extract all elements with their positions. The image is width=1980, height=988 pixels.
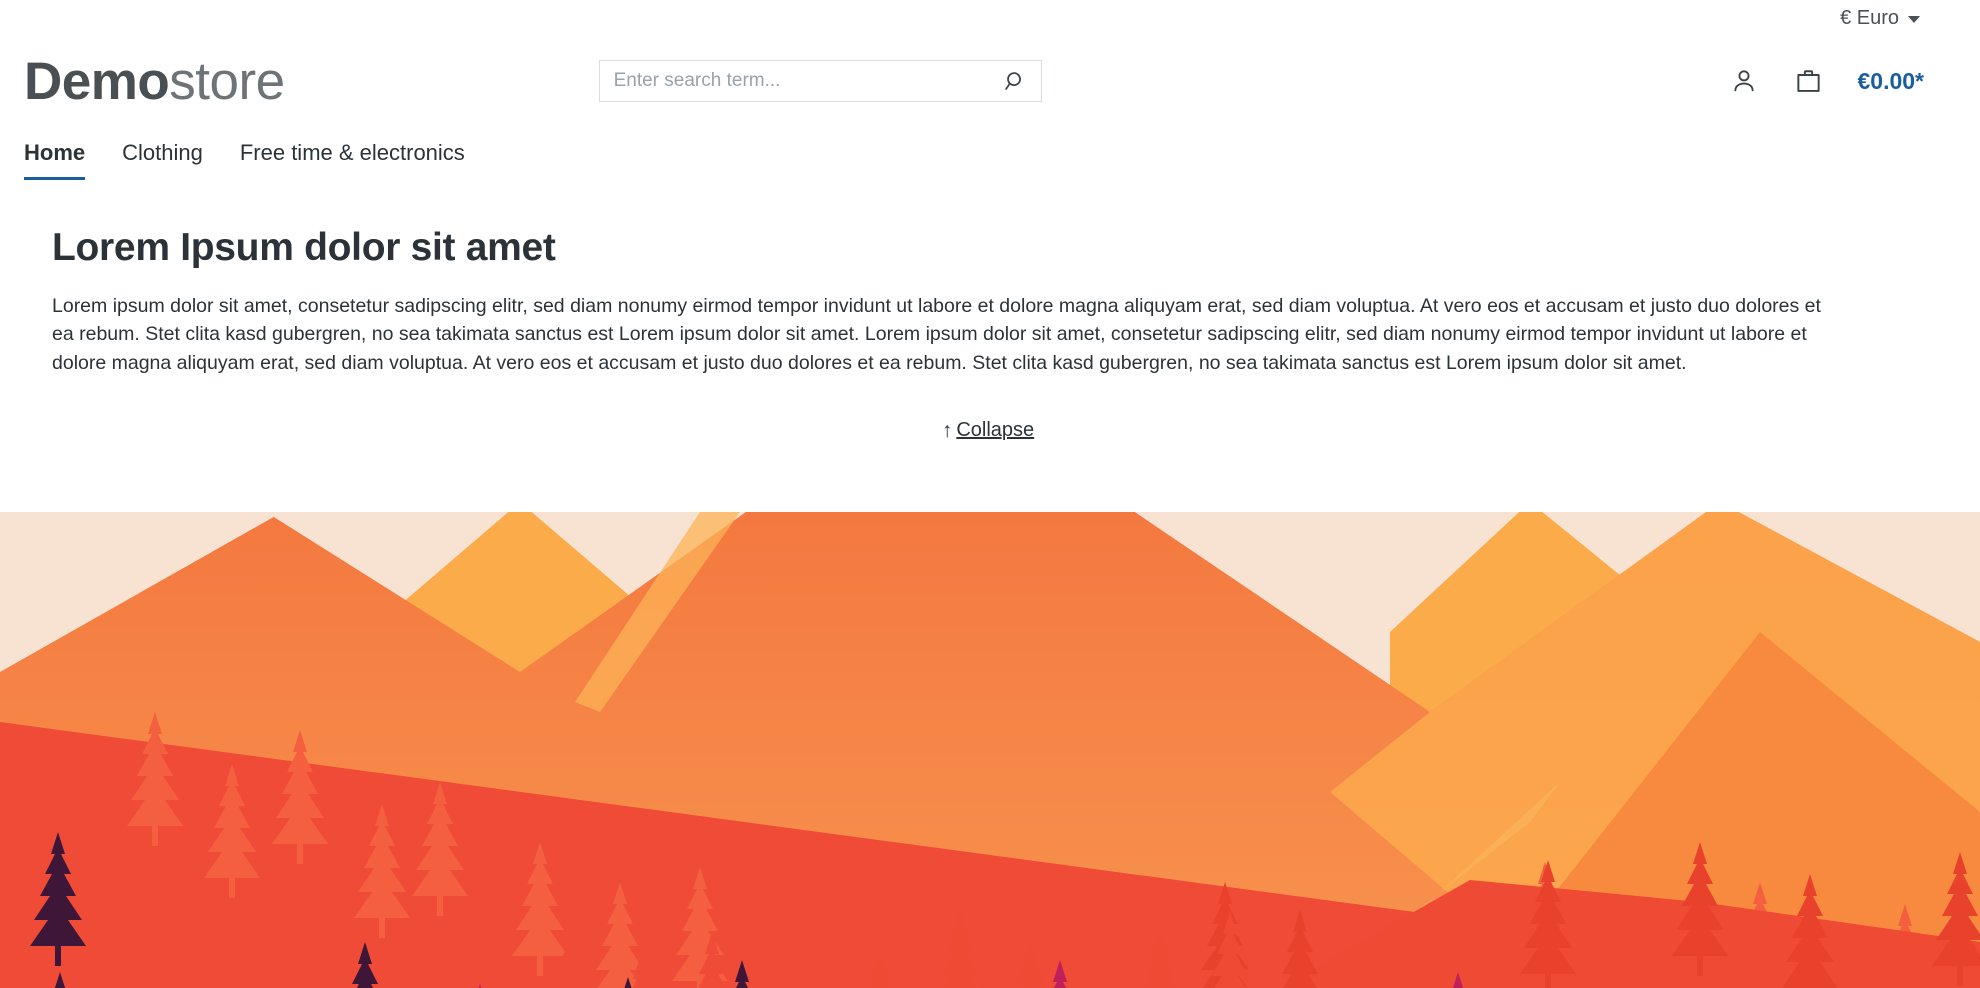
main-navigation: Home Clothing Free time & electronics bbox=[0, 122, 1980, 180]
collapse-row: ↑ Collapse bbox=[52, 419, 1924, 442]
site-logo[interactable]: Demostore bbox=[24, 55, 285, 108]
search-input[interactable] bbox=[599, 61, 1041, 101]
shopping-bag-icon bbox=[1797, 69, 1821, 92]
nav-item-free-time-electronics[interactable]: Free time & electronics bbox=[240, 140, 465, 180]
header-actions: €0.00* bbox=[1726, 63, 1924, 100]
cart-total-amount[interactable]: €0.00* bbox=[1857, 68, 1924, 95]
user-icon bbox=[1734, 70, 1755, 92]
collapse-label: Collapse bbox=[956, 418, 1035, 441]
account-button[interactable] bbox=[1726, 63, 1762, 99]
cms-content: Lorem Ipsum dolor sit amet Lorem ipsum d… bbox=[0, 180, 1980, 442]
page-title: Lorem Ipsum dolor sit amet bbox=[52, 226, 556, 269]
page-root: € Euro Demostore Enter search term... €0… bbox=[0, 0, 1980, 988]
logo-bold-part: Demo bbox=[24, 51, 170, 111]
search-area bbox=[598, 60, 1042, 102]
nav-item-home[interactable]: Home bbox=[24, 140, 86, 180]
search-submit-button[interactable] bbox=[997, 61, 1035, 101]
currency-selector[interactable]: € Euro bbox=[1836, 5, 1924, 32]
chevron-down-icon bbox=[1908, 15, 1920, 23]
search-box bbox=[598, 60, 1042, 102]
hero-landscape-svg bbox=[0, 512, 1980, 988]
logo-light-part: store bbox=[169, 51, 285, 111]
cart-button[interactable] bbox=[1790, 63, 1827, 100]
search-icon bbox=[1005, 71, 1022, 90]
site-header: Demostore Enter search term... €0.00* bbox=[0, 36, 1980, 122]
arrow-up-icon: ↑ bbox=[941, 418, 953, 442]
collapse-toggle[interactable]: ↑ Collapse bbox=[942, 419, 1034, 442]
nav-item-clothing[interactable]: Clothing bbox=[122, 140, 203, 180]
hero-illustration bbox=[0, 512, 1980, 988]
page-body-text: Lorem ipsum dolor sit amet, consetetur s… bbox=[52, 295, 1821, 374]
currency-label: € Euro bbox=[1840, 6, 1899, 29]
utility-bar: € Euro bbox=[0, 0, 1980, 36]
